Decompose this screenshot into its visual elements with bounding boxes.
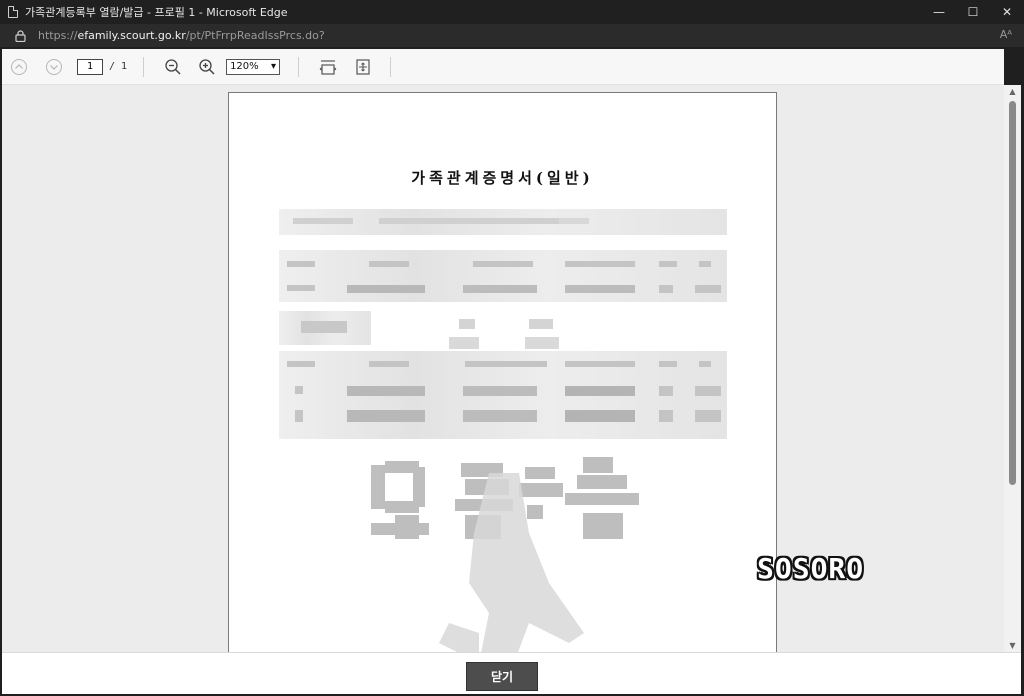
zoom-in-icon[interactable]	[194, 54, 220, 80]
redacted-text	[465, 361, 547, 367]
redacted-text	[463, 410, 537, 422]
redacted-text	[473, 261, 533, 267]
dialog-footer: 닫기	[2, 652, 1021, 694]
watermark-figure	[439, 473, 584, 652]
window-controls: — ☐ ✕	[922, 0, 1024, 24]
close-window-button[interactable]: ✕	[990, 0, 1024, 24]
page-number-input[interactable]: 1	[77, 58, 103, 75]
blurred-shape	[525, 337, 559, 349]
browser-window: 가족관계등록부 열람/발급 - 프로필 1 - Microsoft Edge —…	[0, 0, 1024, 696]
zoom-value: 120%	[230, 61, 259, 72]
redacted-text	[287, 285, 315, 291]
redacted-text	[347, 410, 425, 422]
redacted-text	[695, 386, 721, 396]
blurred-shape	[459, 319, 475, 329]
title-bar: 가족관계등록부 열람/발급 - 프로필 1 - Microsoft Edge —…	[0, 0, 1024, 24]
minimize-button[interactable]: —	[922, 0, 956, 24]
fit-page-icon[interactable]	[350, 54, 376, 80]
redacted-text	[287, 261, 315, 267]
redacted-text	[659, 261, 677, 267]
redacted-text	[565, 361, 635, 367]
redacted-text	[369, 261, 409, 267]
redacted-text	[295, 386, 303, 394]
toolbar-divider	[143, 56, 145, 77]
maximize-button[interactable]: ☐	[956, 0, 990, 24]
scrollbar-thumb[interactable]	[1009, 101, 1016, 485]
lock-icon[interactable]	[14, 29, 26, 42]
sosoro-watermark: SOSORO	[757, 552, 865, 585]
redacted-text	[565, 410, 635, 422]
url-path: /pt/PtFrrpReadIssPrcs.do?	[185, 29, 325, 42]
blurred-shape	[449, 337, 479, 349]
redacted-text	[379, 218, 559, 224]
scroll-up-arrow-icon[interactable]: ▲	[1008, 87, 1017, 96]
next-page-icon[interactable]	[41, 54, 67, 80]
redacted-text	[695, 285, 721, 293]
redacted-text	[463, 386, 537, 396]
url-protocol: https://	[38, 29, 78, 42]
redacted-text	[347, 386, 425, 396]
redacted-text	[293, 218, 353, 224]
toolbar-divider	[298, 56, 300, 77]
redacted-text	[565, 386, 635, 396]
address-bar[interactable]: https://efamily.scourt.go.kr/pt/PtFrrpRe…	[0, 24, 1024, 47]
blurred-table-rows	[279, 250, 727, 302]
redacted-text	[295, 410, 303, 422]
read-aloud-icon[interactable]: Aᴬ	[1000, 28, 1012, 41]
page-total: / 1	[109, 61, 128, 72]
redacted-text	[695, 410, 721, 422]
fit-width-icon[interactable]	[315, 54, 341, 80]
redacted-text	[347, 285, 425, 293]
window-title: 가족관계등록부 열람/발급 - 프로필 1 - Microsoft Edge	[25, 6, 288, 19]
redacted-text	[559, 218, 589, 224]
redacted-text	[659, 285, 673, 293]
redacted-text	[699, 361, 711, 367]
document-page: 가족관계증명서(일반)	[228, 92, 777, 652]
redacted-text	[659, 386, 673, 396]
redacted-text	[287, 361, 315, 367]
previous-page-icon[interactable]	[6, 54, 32, 80]
redacted-text	[659, 361, 677, 367]
toolbar-divider	[390, 56, 392, 77]
page-icon	[8, 6, 18, 18]
close-button[interactable]: 닫기	[466, 662, 538, 691]
blurred-shape	[529, 319, 553, 329]
zoom-out-icon[interactable]	[160, 54, 186, 80]
redacted-text	[565, 261, 635, 267]
redacted-text	[463, 285, 537, 293]
redacted-text	[659, 410, 673, 422]
redacted-text	[565, 285, 635, 293]
pdf-toolbar: 1 / 1 120% ▾	[2, 49, 1004, 85]
chevron-down-icon: ▾	[271, 61, 277, 72]
document-title: 가족관계증명서(일반)	[411, 169, 594, 187]
redacted-text	[301, 321, 347, 333]
zoom-select[interactable]: 120% ▾	[226, 58, 281, 75]
redacted-text	[369, 361, 409, 367]
url-host: efamily.scourt.go.kr	[77, 29, 186, 42]
redacted-text	[699, 261, 711, 267]
scroll-down-arrow-icon[interactable]: ▼	[1008, 641, 1017, 650]
vertical-scrollbar[interactable]: ▲ ▼	[1004, 85, 1021, 652]
